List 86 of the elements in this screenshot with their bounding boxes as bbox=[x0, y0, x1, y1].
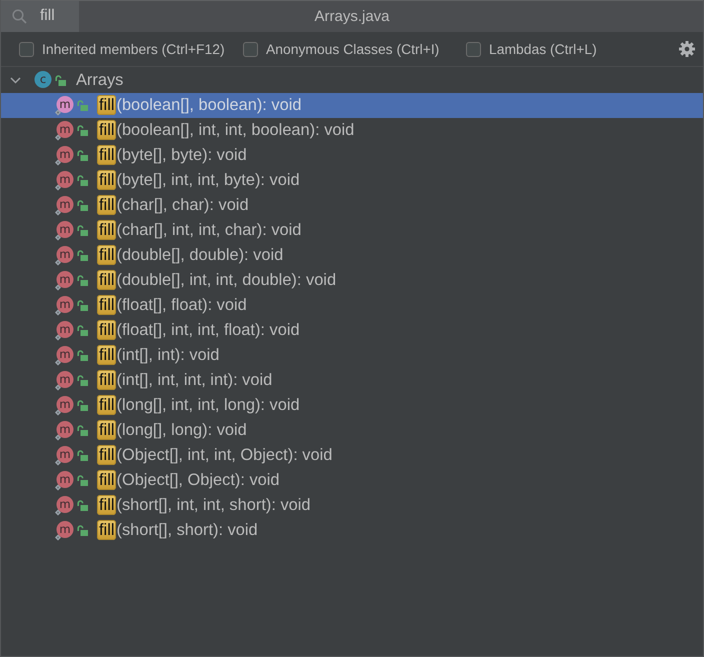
lock-icon bbox=[77, 475, 88, 486]
search-icon bbox=[12, 9, 27, 24]
method-signature[interactable]: fill(Object[], Object): void bbox=[97, 471, 280, 490]
method-icon: m bbox=[54, 345, 74, 366]
tree-row[interactable]: m fill(char[], char): void bbox=[1, 193, 703, 218]
tree-row[interactable]: m fill(byte[], int, int, byte): void bbox=[1, 168, 703, 193]
class-icon: c bbox=[32, 70, 52, 91]
tree-row[interactable]: m fill(int[], int, int, int): void bbox=[1, 368, 703, 393]
lock-icon bbox=[77, 175, 88, 186]
method-icon: m bbox=[54, 495, 74, 516]
tree-row[interactable]: m fill(Object[], Object): void bbox=[1, 468, 703, 493]
lock-icon bbox=[77, 350, 88, 361]
tree-row[interactable]: m fill(long[], int, int, long): void bbox=[1, 393, 703, 418]
search-field[interactable]: fill bbox=[1, 1, 79, 32]
method-signature[interactable]: fill(Object[], int, int, Object): void bbox=[97, 446, 332, 465]
chevron-icon[interactable] bbox=[10, 77, 21, 84]
tree-row[interactable]: m fill(boolean[], int, int, boolean): void bbox=[1, 118, 703, 143]
method-icon: m bbox=[54, 170, 74, 191]
method-icon: m bbox=[54, 95, 74, 116]
method-signature[interactable]: fill(char[], int, int, char): void bbox=[97, 221, 302, 240]
checkbox[interactable] bbox=[466, 42, 481, 56]
checkbox[interactable] bbox=[19, 42, 34, 56]
lock-icon bbox=[77, 100, 88, 111]
method-signature[interactable]: fill(double[], int, int, double): void bbox=[97, 271, 336, 290]
method-signature[interactable]: fill(double[], double): void bbox=[97, 246, 284, 265]
lock-icon bbox=[77, 425, 88, 436]
tree-row[interactable]: m fill(boolean[], boolean): void bbox=[1, 93, 703, 118]
method-icon: m bbox=[54, 270, 74, 291]
checkbox[interactable] bbox=[243, 42, 258, 56]
checkbox-label[interactable]: Anonymous Classes (Ctrl+I) bbox=[266, 41, 440, 57]
method-signature[interactable]: fill(int[], int): void bbox=[97, 346, 220, 365]
lock-icon bbox=[77, 125, 88, 136]
checkbox-label[interactable]: Inherited members (Ctrl+F12) bbox=[42, 41, 225, 57]
method-signature[interactable]: fill(long[], long): void bbox=[97, 421, 247, 440]
method-icon: m bbox=[54, 320, 74, 341]
method-signature[interactable]: fill(float[], float): void bbox=[97, 296, 247, 315]
lock-icon bbox=[77, 525, 88, 536]
method-signature[interactable]: fill(float[], int, int, float): void bbox=[97, 321, 300, 340]
method-icon: m bbox=[54, 220, 74, 241]
method-icon: m bbox=[54, 395, 74, 416]
tree-row[interactable]: m fill(byte[], byte): void bbox=[1, 143, 703, 168]
tree-row[interactable]: m fill(char[], int, int, char): void bbox=[1, 218, 703, 243]
method-signature[interactable]: fill(short[], int, int, short): void bbox=[97, 496, 311, 515]
lock-icon bbox=[77, 275, 88, 286]
tree-row[interactable]: m fill(double[], int, int, double): void bbox=[1, 268, 703, 293]
settings-icon[interactable] bbox=[679, 41, 695, 57]
lock-icon bbox=[77, 300, 88, 311]
lock-icon bbox=[77, 400, 88, 411]
class-name: Arrays bbox=[76, 71, 124, 90]
method-icon: m bbox=[54, 420, 74, 441]
lock-icon bbox=[55, 75, 66, 86]
method-signature[interactable]: fill(int[], int, int, int): void bbox=[97, 371, 272, 390]
method-icon: m bbox=[54, 520, 74, 541]
method-icon: m bbox=[54, 120, 74, 141]
tree-row[interactable]: m fill(short[], int, int, short): void bbox=[1, 493, 703, 518]
tree-row[interactable]: m fill(float[], float): void bbox=[1, 293, 703, 318]
method-icon: m bbox=[54, 195, 74, 216]
method-signature[interactable]: fill(short[], short): void bbox=[97, 521, 258, 540]
method-icon: m bbox=[54, 295, 74, 316]
tree-row[interactable]: m fill(short[], short): void bbox=[1, 518, 703, 543]
method-signature[interactable]: fill(char[], char): void bbox=[97, 196, 249, 215]
lock-icon bbox=[77, 500, 88, 511]
lock-icon bbox=[77, 150, 88, 161]
lock-icon bbox=[77, 375, 88, 386]
method-icon: m bbox=[54, 445, 74, 466]
method-signature[interactable]: fill(boolean[], boolean): void bbox=[97, 96, 302, 115]
method-icon: m bbox=[54, 245, 74, 266]
method-signature[interactable]: fill(boolean[], int, int, boolean): void bbox=[97, 121, 354, 140]
method-signature[interactable]: fill(byte[], int, int, byte): void bbox=[97, 171, 300, 190]
method-icon: m bbox=[54, 145, 74, 166]
lock-icon bbox=[77, 200, 88, 211]
lock-icon bbox=[77, 225, 88, 236]
window-title: Arrays.java bbox=[314, 8, 390, 25]
tree-row[interactable]: m fill(int[], int): void bbox=[1, 343, 703, 368]
tree-row[interactable]: m fill(long[], long): void bbox=[1, 418, 703, 443]
method-signature[interactable]: fill(long[], int, int, long): void bbox=[97, 396, 300, 415]
lock-icon bbox=[77, 450, 88, 461]
method-icon: m bbox=[54, 370, 74, 391]
tree-row[interactable]: m fill(Object[], int, int, Object): void bbox=[1, 443, 703, 468]
lock-icon bbox=[77, 325, 88, 336]
checkbox-label[interactable]: Lambdas (Ctrl+L) bbox=[489, 41, 597, 57]
method-signature[interactable]: fill(byte[], byte): void bbox=[97, 146, 247, 165]
method-icon: m bbox=[54, 470, 74, 491]
tree-row[interactable]: m fill(double[], double): void bbox=[1, 243, 703, 268]
lock-icon bbox=[77, 250, 88, 261]
tree-row[interactable]: m fill(float[], int, int, float): void bbox=[1, 318, 703, 343]
